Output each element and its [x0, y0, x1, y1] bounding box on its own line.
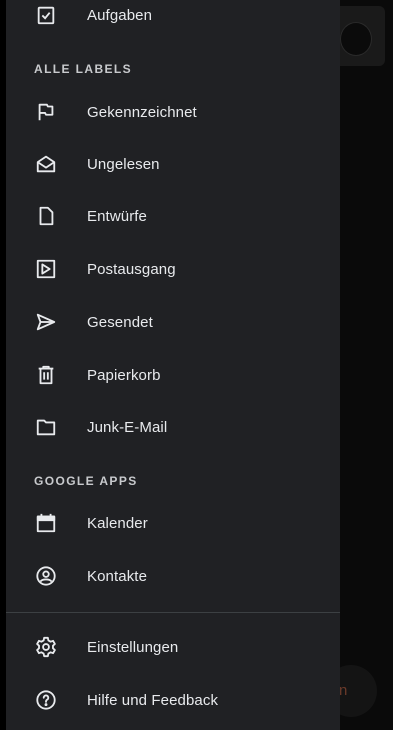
drawer-item-label: Kontakte: [87, 567, 148, 585]
drawer-item-label: Papierkorb: [87, 366, 161, 384]
drawer-item-papierkorb[interactable]: Papierkorb: [6, 352, 340, 398]
section-header-labels: ALLE LABELS: [34, 62, 133, 76]
folder-icon: [34, 415, 58, 439]
drawer-divider: [6, 612, 340, 613]
drawer-item-kontakte[interactable]: Kontakte: [6, 553, 340, 599]
drawer-item-entwuerfe[interactable]: Entwürfe: [6, 193, 340, 239]
drawer-item-postausgang[interactable]: Postausgang: [6, 246, 340, 292]
drawer-item-label: Einstellungen: [87, 638, 179, 656]
draft-icon: [34, 204, 58, 228]
contacts-icon: [34, 564, 58, 588]
outbox-icon: [34, 257, 58, 281]
flag-icon: [34, 100, 58, 124]
drawer-item-ungelesen[interactable]: Ungelesen: [6, 141, 340, 187]
drawer-item-label: Hilfe und Feedback: [87, 691, 219, 709]
drawer-item-einstellungen[interactable]: Einstellungen: [6, 624, 340, 670]
drawer-item-label: Entwürfe: [87, 207, 147, 225]
drawer-item-label: Gekennzeichnet: [87, 103, 197, 121]
calendar-icon: [34, 511, 58, 535]
drawer-item-label: Ungelesen: [87, 155, 160, 173]
help-icon: [34, 688, 58, 712]
drawer-item-label: Postausgang: [87, 260, 176, 278]
navigation-drawer: Aufgaben ALLE LABELS Gekennzeichnet Unge…: [6, 0, 340, 730]
drawer-item-hilfe[interactable]: Hilfe und Feedback: [6, 677, 340, 723]
avatar: [340, 22, 372, 56]
unread-mail-icon: [34, 152, 58, 176]
section-header-apps: GOOGLE APPS: [34, 474, 138, 488]
send-icon: [34, 310, 58, 334]
trash-icon: [34, 363, 58, 387]
gear-icon: [34, 635, 58, 659]
drawer-item-label: Gesendet: [87, 313, 153, 331]
drawer-item-label: Junk-E-Mail: [87, 418, 168, 436]
drawer-item-kalender[interactable]: Kalender: [6, 500, 340, 546]
drawer-item-label: Aufgaben: [87, 6, 153, 24]
drawer-item-gekennzeichnet[interactable]: Gekennzeichnet: [6, 89, 340, 135]
drawer-item-label: Kalender: [87, 514, 148, 532]
tasks-icon: [34, 3, 58, 27]
compose-button-label: n: [339, 682, 348, 699]
drawer-item-aufgaben[interactable]: Aufgaben: [6, 0, 340, 38]
drawer-item-junk[interactable]: Junk-E-Mail: [6, 404, 340, 450]
drawer-item-gesendet[interactable]: Gesendet: [6, 299, 340, 345]
